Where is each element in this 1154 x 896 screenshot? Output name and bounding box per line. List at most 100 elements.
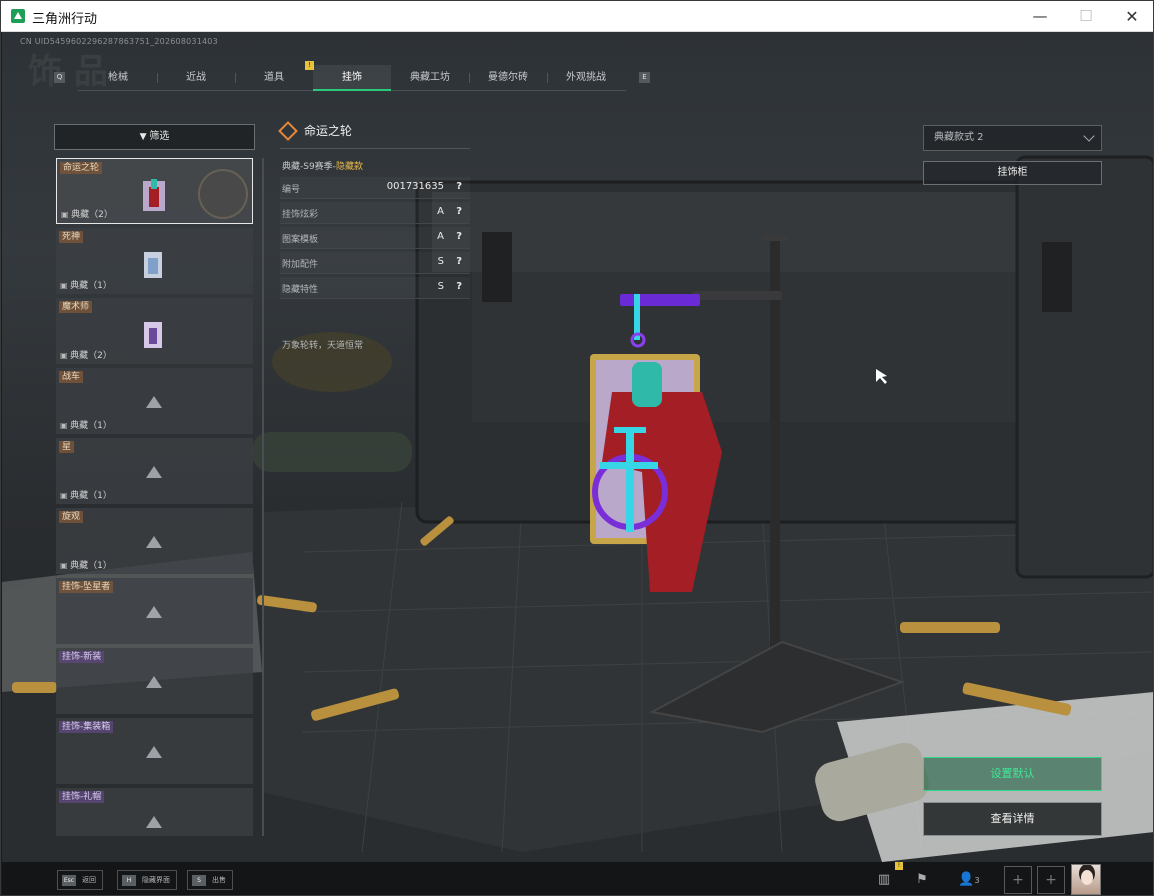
bottom-bar: Esc 返回 H 隐藏界面 S 出售 ▥ ! ⚑ 👤3 + +: [2, 862, 1153, 895]
charm-cabinet-button[interactable]: 挂饰柜: [923, 161, 1102, 185]
category-tabs: Q 枪械 近战 道具 ! 挂饰 典藏工坊 曼德尔砖 外观挑战 E: [54, 61, 650, 91]
list-item[interactable]: 死神 典藏（1）: [56, 228, 253, 294]
item-name-tag: 魔术师: [59, 301, 93, 313]
attr-row: 隐藏特性 S?: [280, 277, 470, 299]
help-icon[interactable]: ?: [456, 231, 462, 242]
item-name-tag: 战车: [59, 371, 84, 383]
minimize-button[interactable]: —: [1017, 1, 1063, 32]
attr-row: 附加配件 S?: [280, 252, 470, 274]
locked-triangle-icon: [146, 396, 162, 408]
maximize-button[interactable]: ☐: [1063, 1, 1109, 32]
add-teammate-slot[interactable]: +: [1037, 866, 1065, 894]
tab-melee[interactable]: 近战: [157, 65, 235, 91]
item-rarity: 典藏（2）: [61, 207, 113, 220]
item-rarity: 典藏（2）: [60, 348, 112, 361]
back-label: 返回: [82, 876, 96, 884]
esc-key: Esc: [62, 874, 76, 886]
charm-list: 命运之轮 典藏（2） 死神 典藏（1） 魔术师 典藏（2） 战车 典藏（1） 星: [54, 158, 255, 836]
back-hint[interactable]: Esc 返回: [57, 870, 103, 890]
locked-triangle-icon: [146, 746, 162, 758]
item-rarity: 典藏（1）: [60, 418, 112, 431]
item-name-tag: 挂饰-集装箱: [59, 721, 114, 733]
item-description: 万象轮转，天道恒常: [282, 341, 364, 351]
item-name-tag: 挂饰-坠星者: [59, 581, 114, 593]
list-item[interactable]: 战车 典藏（1）: [56, 368, 253, 434]
style-dropdown[interactable]: 典藏款式 2: [923, 125, 1102, 151]
coin-emblem-icon: [198, 169, 248, 219]
tab-items[interactable]: 道具: [235, 65, 313, 91]
item-name-tag: 死神: [59, 231, 84, 243]
player-avatar[interactable]: [1071, 864, 1101, 895]
filter-button[interactable]: ▼ 筛选: [54, 124, 255, 150]
tab-firearms[interactable]: 枪械: [79, 65, 157, 91]
close-button[interactable]: ✕: [1109, 1, 1153, 32]
s-key: S: [192, 874, 206, 886]
attr-row: 挂饰炫彩 A?: [280, 202, 470, 224]
chevron-down-icon: [1083, 130, 1095, 142]
item-name-tag: 挂饰-新装: [59, 651, 105, 663]
attr-value: S: [437, 281, 444, 292]
notification-badge: !: [895, 862, 903, 870]
list-scrollbar[interactable]: [262, 158, 264, 836]
charm-thumbnail: [144, 322, 162, 348]
tab-mandel-brick[interactable]: 曼德尔砖: [469, 65, 547, 91]
attr-row: 图案模板 A?: [280, 227, 470, 249]
attr-value: A: [437, 206, 444, 217]
attr-value: 001731635: [386, 181, 444, 192]
charm-thumbnail: [143, 179, 165, 211]
attr-key: 编号: [282, 185, 301, 195]
game-window: 三角洲行动 — ☐ ✕ CN UID5459602296287863751_20…: [0, 0, 1154, 896]
sell-label: 出售: [212, 876, 226, 884]
window-title: 三角洲行动: [32, 12, 98, 27]
game-scene: CN UID5459602296287863751_202608031403 饰…: [2, 32, 1153, 895]
set-default-button[interactable]: 设置默认: [923, 757, 1102, 791]
tab-next-key[interactable]: E: [639, 72, 650, 83]
list-item[interactable]: 命运之轮 典藏（2）: [56, 158, 253, 224]
locked-triangle-icon: [146, 606, 162, 618]
attr-key: 附加配件: [282, 260, 319, 270]
tab-collection-workshop[interactable]: 典藏工坊: [391, 65, 469, 91]
h-key: H: [122, 874, 136, 886]
help-icon[interactable]: ?: [456, 206, 462, 217]
add-teammate-slot[interactable]: +: [1004, 866, 1032, 894]
filter-label: 筛选: [149, 131, 170, 142]
season-prefix: 典藏-S9赛季-: [282, 162, 336, 172]
list-item[interactable]: 挂饰-礼帽: [56, 788, 253, 836]
person-icon: 👤: [958, 872, 975, 887]
attr-value: A: [437, 231, 444, 242]
help-icon[interactable]: ?: [456, 281, 462, 292]
list-item[interactable]: 旋观 典藏（1）: [56, 508, 253, 574]
title-bar: 三角洲行动 — ☐ ✕: [1, 1, 1153, 32]
friends-count: 3: [974, 876, 980, 885]
friends-icon[interactable]: 👤3: [952, 866, 986, 894]
title-divider: [280, 148, 470, 149]
stats-chart-icon[interactable]: ▥: [870, 866, 898, 894]
item-rarity: 典藏（1）: [60, 278, 112, 291]
locked-triangle-icon: [146, 536, 162, 548]
item-rarity: 典藏（1）: [60, 488, 112, 501]
list-item[interactable]: 挂饰-新装: [56, 648, 253, 714]
attr-value: S: [437, 256, 444, 267]
hide-ui-hint[interactable]: H 隐藏界面: [117, 870, 177, 890]
list-item[interactable]: 魔术师 典藏（2）: [56, 298, 253, 364]
season-label: 典藏-S9赛季-隐藏款: [282, 159, 363, 172]
filter-icon: ▼: [139, 132, 150, 142]
season-highlight: 隐藏款: [335, 162, 363, 172]
list-item[interactable]: 挂饰-集装箱: [56, 718, 253, 784]
hide-ui-label: 隐藏界面: [142, 876, 170, 884]
list-item[interactable]: 挂饰-坠星者: [56, 578, 253, 644]
sell-hint[interactable]: S 出售: [187, 870, 233, 890]
locked-triangle-icon: [146, 816, 162, 828]
flag-icon[interactable]: ⚑: [908, 866, 936, 894]
item-rarity: 典藏（1）: [60, 558, 112, 571]
tab-appearance-challenge[interactable]: 外观挑战: [547, 65, 625, 91]
item-name-tag: 旋观: [59, 511, 84, 523]
view-details-button[interactable]: 查看详情: [923, 802, 1102, 836]
attr-key: 挂饰炫彩: [282, 210, 319, 220]
list-item[interactable]: 星 典藏（1）: [56, 438, 253, 504]
item-title: 命运之轮: [304, 124, 353, 138]
tab-charms[interactable]: 挂饰: [313, 65, 391, 91]
tab-prev-key[interactable]: Q: [54, 72, 65, 83]
help-icon[interactable]: ?: [456, 181, 462, 192]
help-icon[interactable]: ?: [456, 256, 462, 267]
